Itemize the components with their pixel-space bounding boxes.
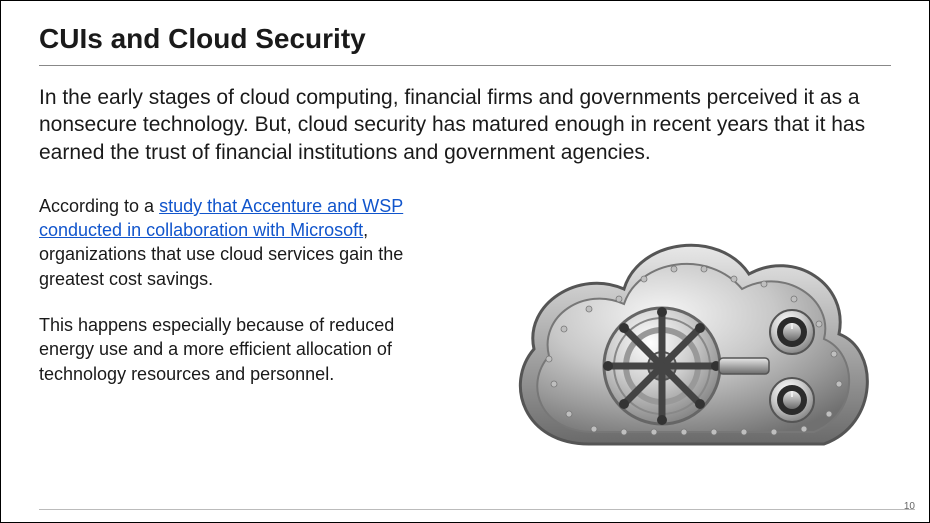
intro-paragraph: In the early stages of cloud computing, … [39,84,891,166]
text-column: According to a study that Accenture and … [39,194,449,504]
page-number: 10 [904,501,915,512]
paragraph-1: According to a study that Accenture and … [39,194,449,291]
body-row: According to a study that Accenture and … [39,194,891,504]
cloud-vault-icon [494,214,874,484]
footer-divider: 10 [39,509,915,510]
slide-title: CUIs and Cloud Security [39,23,891,66]
image-column [477,194,891,504]
slide: CUIs and Cloud Security In the early sta… [1,1,929,522]
paragraph-2: This happens especially because of reduc… [39,313,449,386]
para1-prefix: According to a [39,196,159,216]
